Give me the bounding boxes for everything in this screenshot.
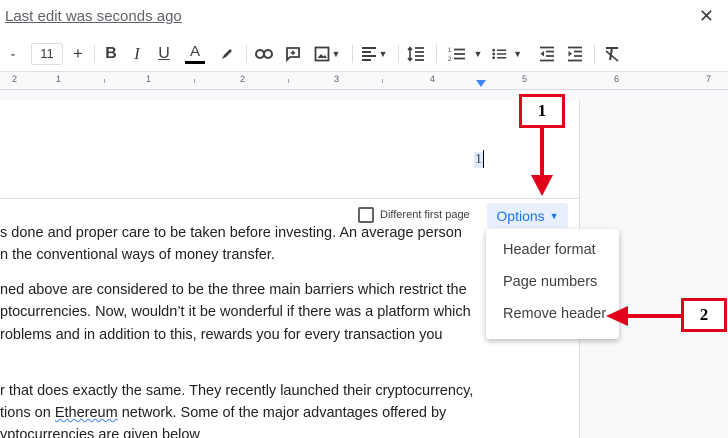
annotation-callout-2: 2 <box>681 298 727 332</box>
arrow-2-head <box>606 306 628 326</box>
arrow-1-head <box>531 175 553 196</box>
annotation-arrows <box>531 128 682 326</box>
docs-window: Last edit was seconds ago ✕ - 11 + B I U… <box>0 0 728 438</box>
annotation-callout-1: 1 <box>519 94 565 128</box>
